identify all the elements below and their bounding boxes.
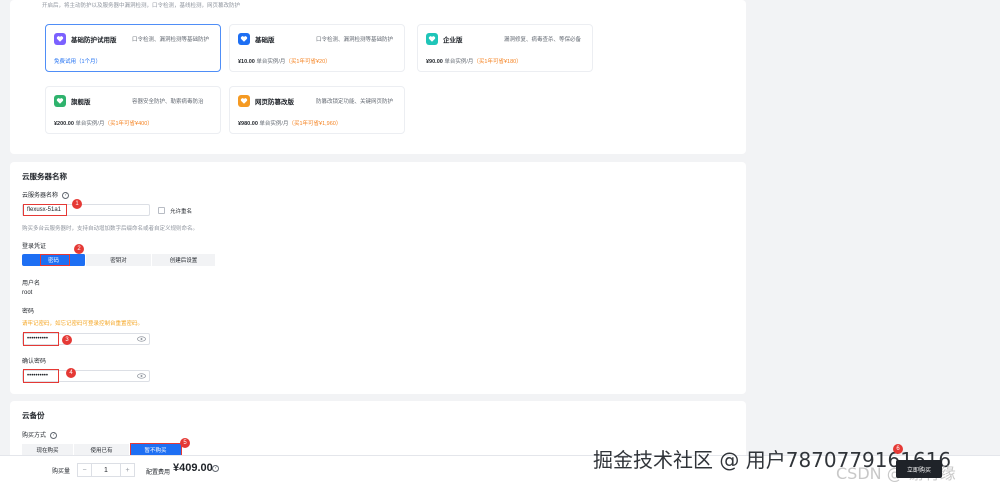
plus-button[interactable]: + bbox=[120, 464, 134, 476]
server-name-label: 云服务器名称? bbox=[22, 190, 70, 199]
step-badge: 6 bbox=[893, 444, 903, 454]
step-badge: 3 bbox=[62, 335, 72, 345]
top-notice: 开启后，将主动防护以及服务器中漏洞检测，口令检测，基线检测，网页篡改防护 bbox=[42, 3, 241, 9]
edition-price: ¥90.00 单台实例/月（买1年可省¥180） bbox=[426, 59, 522, 65]
edition-price: ¥200.00 单台实例/月（买1年可省¥400） bbox=[54, 121, 153, 127]
edition-name: 企业版 bbox=[443, 37, 463, 44]
edition-basic[interactable]: 基础版 口令检测、漏洞检测等基础防护 ¥10.00 单台实例/月（买1年可省¥2… bbox=[229, 24, 405, 72]
quantity-value[interactable]: 1 bbox=[92, 464, 120, 476]
minus-button[interactable]: − bbox=[78, 464, 92, 476]
heart-shield-icon bbox=[54, 33, 66, 45]
edition-name: 旗舰版 bbox=[71, 99, 91, 106]
edition-price: 免费试用（1个月） bbox=[54, 59, 102, 65]
edition-desc: 口令检测、漏洞检测等基础防护 bbox=[316, 37, 394, 43]
edition-price: ¥10.00 单台实例/月（买1年可省¥20） bbox=[238, 59, 331, 65]
edition-desc: 容器安全防护、勒索病毒防治 bbox=[132, 99, 204, 105]
allow-duplicate-checkbox[interactable] bbox=[158, 207, 165, 214]
heart-shield-icon bbox=[54, 95, 66, 107]
quantity-stepper[interactable]: − 1 + bbox=[77, 463, 135, 477]
help-icon[interactable]: ? bbox=[62, 191, 70, 199]
password-warning: 请牢记密码，如忘记密码可登录控制台重置密码。 bbox=[22, 321, 144, 327]
edition-flagship[interactable]: 旗舰版 容器安全防护、勒索病毒防治 ¥200.00 单台实例/月（买1年可省¥4… bbox=[45, 86, 221, 134]
username-value: root bbox=[22, 290, 33, 296]
tab-set-later[interactable]: 创建后设置 bbox=[152, 254, 216, 266]
edition-basic-trial[interactable]: 基础防护试用版 口令检测、漏洞检测等基础防护 免费试用（1个月） bbox=[45, 24, 221, 72]
edition-name: 基础防护试用版 bbox=[71, 37, 117, 44]
backup-mode-label: 购买方式? bbox=[22, 430, 58, 439]
edition-desc: 漏洞修复、病毒查杀、等保必备 bbox=[504, 37, 582, 43]
eye-icon[interactable] bbox=[137, 336, 146, 342]
login-label: 登录凭证 bbox=[22, 244, 47, 250]
step-badge: 1 bbox=[72, 199, 82, 209]
quantity-label: 购买量 bbox=[52, 469, 71, 475]
step-badge: 4 bbox=[66, 368, 76, 378]
highlight-box bbox=[23, 369, 59, 383]
step-badge: 5 bbox=[180, 438, 190, 448]
heart-shield-icon bbox=[238, 95, 250, 107]
edition-enterprise[interactable]: 企业版 漏洞修复、病毒查杀、等保必备 ¥90.00 单台实例/月（买1年可省¥1… bbox=[417, 24, 593, 72]
edition-name: 网页防篡改版 bbox=[255, 99, 294, 106]
help-icon[interactable]: ? bbox=[50, 431, 58, 439]
heart-shield-icon bbox=[426, 33, 438, 45]
highlight-box bbox=[23, 332, 59, 346]
edition-web-tamper[interactable]: 网页防篡改版 防篡改锁定功能、关键网页防护 ¥980.00 单台实例/月（买1年… bbox=[229, 86, 405, 134]
fee-label: 配置费用 bbox=[146, 470, 171, 476]
edition-price: ¥980.00 单台实例/月（买1年可省¥1,960） bbox=[238, 121, 342, 127]
fee-help-icon[interactable]: ? bbox=[212, 465, 219, 472]
heart-shield-icon bbox=[238, 33, 250, 45]
server-config-card: 云服务器名称 云服务器名称? flexusx-51a1 1 允许重名 购买多台云… bbox=[10, 162, 746, 394]
server-section-title: 云服务器名称 bbox=[22, 172, 67, 181]
step-badge: 2 bbox=[74, 244, 84, 254]
backup-section-title: 云备份 bbox=[22, 411, 45, 420]
confirm-password-label: 确认密码 bbox=[22, 359, 47, 365]
buy-now-button[interactable]: 立即购买 bbox=[896, 460, 942, 478]
edition-name: 基础版 bbox=[255, 37, 275, 44]
eye-icon[interactable] bbox=[137, 373, 146, 379]
server-name-hint: 购买多台云服务器时，支持自动增加数字后缀命名或者自定义规则命名。 bbox=[22, 226, 199, 232]
security-edition-card: 开启后，将主动防护以及服务器中漏洞检测，口令检测，基线检测，网页篡改防护 基础防… bbox=[10, 0, 746, 154]
tab-keypair[interactable]: 密钥对 bbox=[86, 254, 152, 266]
edition-desc: 口令检测、漏洞检测等基础防护 bbox=[132, 37, 210, 43]
username-label: 用户名 bbox=[22, 281, 41, 287]
edition-desc: 防篡改锁定功能、关键网页防护 bbox=[316, 99, 394, 105]
fee-value: ¥409.00 bbox=[173, 462, 213, 474]
password-label: 密码 bbox=[22, 309, 35, 315]
highlight-box bbox=[23, 204, 67, 216]
highlight-box bbox=[40, 254, 70, 266]
allow-duplicate-label: 允许重名 bbox=[170, 209, 193, 215]
